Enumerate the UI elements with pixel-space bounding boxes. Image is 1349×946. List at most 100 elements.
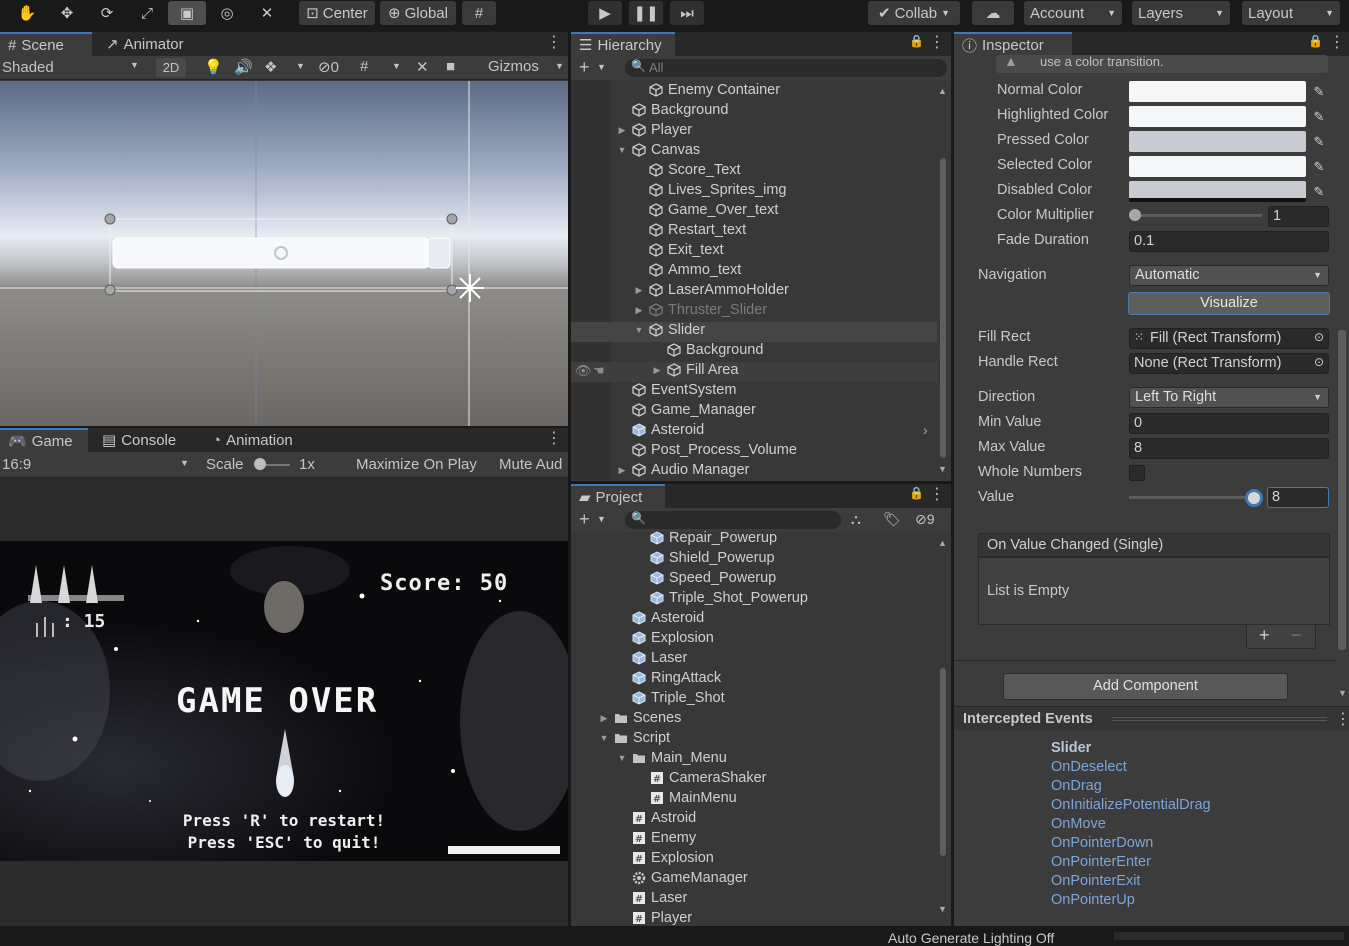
project-item[interactable]: Triple_Shot: [617, 688, 725, 708]
camera-icon[interactable]: ■: [446, 58, 455, 75]
eyedropper-icon[interactable]: ✎: [1309, 106, 1329, 127]
expand-right-icon[interactable]: ▶: [617, 465, 627, 476]
project-item[interactable]: Laser: [617, 648, 687, 668]
eyedropper-icon[interactable]: ✎: [1309, 131, 1329, 152]
expand-down-icon[interactable]: ▼: [617, 753, 627, 763]
rect-tool-icon[interactable]: ▣: [168, 1, 206, 25]
eyedropper-icon[interactable]: ✎: [1309, 81, 1329, 102]
fill-rect-field[interactable]: ⁙ Fill (Rect Transform) ⊙: [1129, 328, 1329, 349]
kebab-menu-icon[interactable]: ⋮: [1335, 709, 1349, 729]
tab-console[interactable]: ▤ Console: [94, 428, 184, 452]
hierarchy-item[interactable]: Asteroid: [617, 420, 704, 440]
kebab-menu-icon[interactable]: ⋮: [546, 430, 562, 448]
scale-tool-icon[interactable]: ⤢: [130, 1, 164, 25]
hierarchy-item[interactable]: Restart_text: [634, 220, 746, 240]
project-item[interactable]: Repair_Powerup: [635, 528, 777, 548]
project-item[interactable]: # Explosion: [617, 848, 714, 868]
grid-snap-icon[interactable]: #: [462, 1, 496, 25]
hierarchy-item[interactable]: Post_Process_Volume: [617, 440, 797, 460]
remove-icon[interactable]: −: [1291, 625, 1302, 646]
scroll-down-icon[interactable]: ▼: [938, 464, 947, 474]
value-slider-thumb[interactable]: [1245, 489, 1263, 507]
expand-right-icon[interactable]: ▶: [634, 305, 644, 316]
kebab-menu-icon[interactable]: ⋮: [546, 34, 562, 52]
lighting-icon[interactable]: 💡: [204, 58, 223, 76]
transform-tool-icon[interactable]: ◎: [210, 1, 244, 25]
hierarchy-item[interactable]: ▶ LaserAmmoHolder: [634, 280, 789, 300]
project-item[interactable]: GameManager: [617, 868, 748, 888]
mode-2d-toggle[interactable]: 2D: [156, 58, 186, 77]
hierarchy-item[interactable]: Enemy Container: [634, 80, 780, 100]
hierarchy-search-input[interactable]: 🔍 All: [625, 59, 947, 77]
inspector-scroll-thumb[interactable]: [1338, 330, 1346, 650]
hierarchy-item[interactable]: ▼ Slider: [634, 320, 706, 340]
project-item[interactable]: ▼ Main_Menu: [617, 748, 727, 768]
intercepted-event[interactable]: OnPointerDown: [1051, 835, 1153, 851]
tab-game[interactable]: 🎮 Game: [0, 428, 88, 452]
hierarchy-item[interactable]: Lives_Sprites_img: [634, 180, 786, 200]
layout-dropdown[interactable]: Layout ▼: [1242, 1, 1340, 25]
fade-duration-field[interactable]: 0.1: [1129, 231, 1329, 252]
project-item[interactable]: # Player: [617, 908, 692, 926]
project-item[interactable]: Asteroid: [617, 608, 704, 628]
expand-down-icon[interactable]: ▼: [634, 325, 644, 335]
custom-tool-icon[interactable]: ✕: [250, 1, 284, 25]
add-component-button[interactable]: Add Component: [1003, 673, 1288, 700]
chevron-right-icon[interactable]: ›: [923, 422, 928, 438]
expand-right-icon[interactable]: ▶: [599, 713, 609, 724]
pressed-color-swatch[interactable]: [1129, 131, 1306, 152]
pivot-toggle[interactable]: ⊡ Center: [299, 1, 375, 25]
visualize-button[interactable]: Visualize: [1128, 292, 1330, 315]
add-icon[interactable]: +: [579, 509, 590, 530]
maximize-on-play-toggle[interactable]: Maximize On Play: [356, 456, 477, 473]
tools-icon[interactable]: ✕: [416, 58, 429, 76]
color-multiplier-field[interactable]: 1: [1268, 206, 1329, 227]
hierarchy-item[interactable]: ▶ Fill Area: [652, 360, 739, 380]
direction-dropdown[interactable]: Left To Right: [1129, 387, 1329, 408]
intercepted-event[interactable]: OnMove: [1051, 816, 1106, 832]
scene-viewport[interactable]: [0, 81, 568, 426]
handle-rect-field[interactable]: None (Rect Transform) ⊙: [1129, 353, 1329, 374]
project-scroll-thumb[interactable]: [940, 668, 946, 856]
object-picker-icon[interactable]: ⊙: [1314, 355, 1324, 369]
normal-color-swatch[interactable]: [1129, 81, 1306, 102]
pause-button[interactable]: ❚❚: [629, 1, 663, 25]
tab-project[interactable]: ▰ Project: [571, 484, 665, 508]
hierarchy-item[interactable]: Background: [617, 100, 728, 120]
project-item[interactable]: Triple_Shot_Powerup: [635, 588, 808, 608]
hierarchy-item[interactable]: ▶ Audio Manager: [617, 460, 750, 480]
project-item[interactable]: ▼ Script: [599, 728, 671, 748]
project-item[interactable]: ▶ Scenes: [599, 708, 682, 728]
hierarchy-item[interactable]: Game_Manager: [617, 400, 756, 420]
hierarchy-item[interactable]: ▶ Thruster_Slider: [634, 300, 768, 320]
hierarchy-scrollbar[interactable]: ▲ ▼: [938, 86, 948, 474]
shading-dropdown[interactable]: Shaded: [2, 59, 54, 76]
kebab-menu-icon[interactable]: ⋮: [1329, 34, 1345, 52]
project-item[interactable]: # CameraShaker: [635, 768, 767, 788]
scroll-up-icon[interactable]: ▲: [938, 86, 947, 96]
color-multiplier-thumb[interactable]: [1129, 209, 1141, 221]
hierarchy-item[interactable]: ▶ Player: [617, 120, 693, 140]
project-search-input[interactable]: 🔍: [625, 511, 841, 529]
project-scrollbar[interactable]: ▲ ▼: [938, 538, 948, 914]
account-dropdown[interactable]: Account ▼: [1024, 1, 1122, 25]
min-value-field[interactable]: 0: [1129, 413, 1329, 434]
hierarchy-item[interactable]: Game_Over_text: [634, 200, 778, 220]
project-item[interactable]: # Laser: [617, 888, 687, 908]
hierarchy-item[interactable]: Exit_text: [634, 240, 724, 260]
object-picker-icon[interactable]: ⊙: [1314, 330, 1324, 344]
expand-down-icon[interactable]: ▼: [599, 733, 609, 743]
filter-type-icon[interactable]: ⛬: [851, 511, 861, 528]
lock-icon[interactable]: 🔒: [909, 486, 924, 500]
add-icon[interactable]: +: [579, 57, 590, 78]
tag-icon[interactable]: 🏷: [883, 511, 901, 528]
hierarchy-item[interactable]: Background: [652, 340, 763, 360]
hierarchy-item[interactable]: EventSystem: [617, 380, 736, 400]
rotate-tool-icon[interactable]: ⟳: [90, 1, 124, 25]
project-item[interactable]: Shield_Powerup: [635, 548, 775, 568]
whole-numbers-checkbox[interactable]: [1129, 465, 1145, 481]
intercepted-event[interactable]: OnPointerUp: [1051, 892, 1135, 908]
hidden-objects-icon[interactable]: ⊘0: [318, 58, 339, 76]
eye-icon[interactable]: 👁: [575, 363, 592, 379]
intercepted-event[interactable]: OnPointerExit: [1051, 873, 1140, 889]
